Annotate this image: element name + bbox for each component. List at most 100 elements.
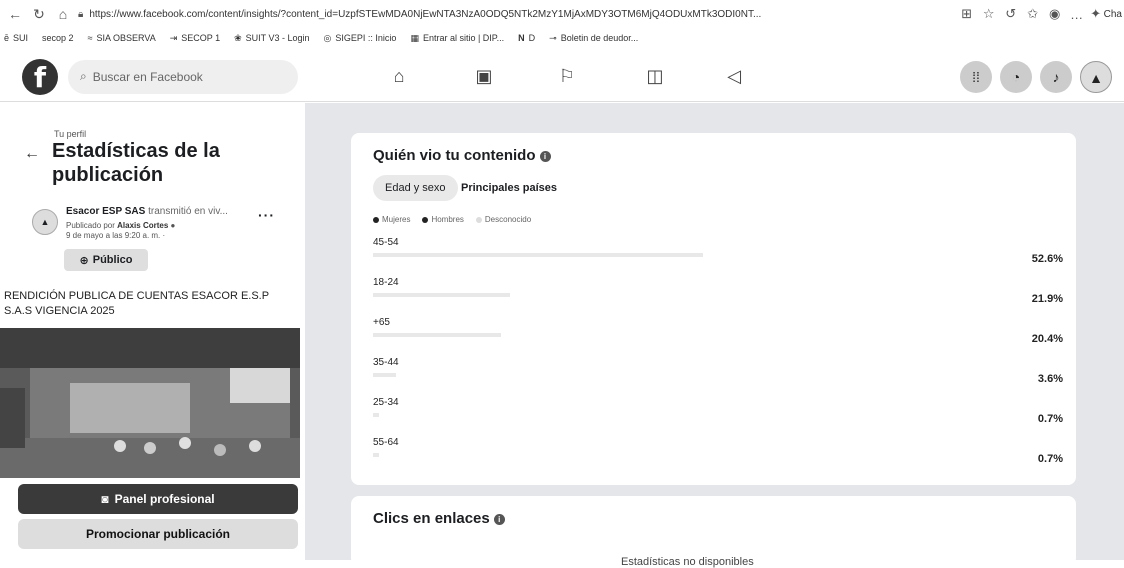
age-label: 18-24 — [373, 277, 399, 288]
bookmark-label: Boletin de deudor... — [560, 33, 639, 43]
post-time: 9 de mayo a las 9:20 a. m. · — [66, 231, 166, 240]
published-by-prefix: Publicado por — [66, 221, 115, 230]
published-by: Publicado por Alaxis Cortes ● — [66, 221, 175, 230]
video-thumbnail-illustration — [0, 328, 300, 478]
profile-avatar-icon[interactable]: ◉ — [1044, 6, 1066, 22]
post-thumbnail[interactable] — [0, 328, 300, 478]
info-icon[interactable]: i — [493, 513, 505, 525]
legend-label: Hombres — [431, 215, 464, 224]
copilot-icon[interactable]: ✦ — [1088, 6, 1104, 22]
bookmark-icon: ⊸ — [549, 32, 557, 43]
lock-icon: 🔒︎ — [78, 8, 84, 20]
home-icon[interactable]: ⌂ — [383, 60, 415, 92]
reload-icon[interactable]: ↻ — [30, 6, 48, 23]
info-icon: ● — [170, 221, 176, 230]
bookmark-label: secop 2 — [42, 33, 74, 43]
age-bar — [373, 413, 379, 417]
age-bar — [373, 373, 396, 377]
bookmark-icon: ē — [4, 33, 10, 43]
age-label: +65 — [373, 317, 390, 328]
legend-dot-icon — [373, 216, 379, 223]
more-icon[interactable]: … — [1066, 7, 1088, 22]
url-text: https://www.facebook.com/content/insight… — [89, 8, 762, 20]
chat-label[interactable]: Cha — [1104, 9, 1122, 20]
bookmark-label: SUI — [13, 33, 29, 43]
facebook-logo-icon[interactable]: f — [22, 58, 58, 95]
bookmark-icon: ≈ — [87, 33, 93, 43]
professional-panel-label: Panel profesional — [114, 492, 215, 506]
page-title: Estadísticas de la publicación — [52, 140, 220, 186]
bookmark-item[interactable]: secop 2 — [42, 33, 74, 43]
age-label: 35-44 — [373, 357, 399, 368]
tab-top-countries[interactable]: Principales países — [461, 175, 557, 201]
age-row: 25-34 0.7% — [373, 397, 1063, 437]
calendar-icon[interactable]: ▣ — [468, 60, 500, 92]
menu-grid-icon[interactable]: ⁞⁞ — [960, 61, 992, 93]
messenger-icon[interactable]: ◔ — [1000, 61, 1032, 93]
legend-item: Desconocido — [475, 215, 532, 224]
profile-avatar-icon[interactable]: ▲ — [1080, 61, 1112, 93]
published-by-name[interactable]: Alaxis Cortes — [117, 221, 168, 230]
bookmark-item[interactable]: ē SUI — [4, 33, 28, 43]
left-panel: Tu perfil ← Estadísticas de la publicaci… — [0, 103, 305, 560]
public-label: Público — [92, 254, 133, 266]
bookmark-icon: ▦ — [410, 32, 419, 43]
age-bar — [373, 453, 379, 457]
globe-icon: ⊕ — [79, 254, 89, 267]
legend-label: Desconocido — [484, 215, 532, 224]
bookmark-item[interactable]: ◎ SIGEPI :: Inicio — [324, 33, 397, 44]
age-row: 18-24 21.9% — [373, 277, 1063, 317]
age-percent: 20.4% — [1031, 333, 1063, 345]
tab-age-gender[interactable]: Edad y sexo — [373, 175, 458, 201]
app-icon[interactable]: ⊞ — [956, 6, 978, 22]
back-arrow-icon[interactable]: ← — [6, 6, 24, 22]
post-author[interactable]: Esacor ESP SAS — [66, 206, 145, 217]
profile-small-label: Tu perfil — [54, 129, 87, 139]
bookmark-label: Entrar al sitio | DIP... — [422, 33, 505, 43]
star-icon[interactable]: ☆ — [978, 6, 1000, 22]
promote-post-button[interactable]: Promocionar publicación — [18, 519, 298, 549]
favorites-icon[interactable]: ✩ — [1022, 6, 1044, 22]
bookmark-item[interactable]: ND — [518, 33, 535, 43]
search-placeholder: Buscar en Facebook — [92, 69, 203, 84]
search-icon: ⌕ — [80, 69, 87, 83]
search-input[interactable]: ⌕ Buscar en Facebook — [68, 59, 298, 94]
bookmark-label: SIA OBSERVA — [96, 33, 156, 43]
age-label: 55-64 — [373, 437, 399, 448]
address-bar[interactable]: 🔒︎ https://www.facebook.com/content/insi… — [78, 3, 956, 25]
age-percent: 0.7% — [1037, 413, 1063, 425]
bookmark-item[interactable]: ⊸ Boletin de deudor... — [549, 33, 638, 44]
back-arrow-icon[interactable]: ← — [24, 145, 40, 163]
info-icon[interactable]: i — [539, 150, 551, 162]
professional-panel-button[interactable]: ◙ Panel profesional — [18, 484, 298, 514]
age-row: 35-44 3.6% — [373, 357, 1063, 397]
more-options-icon[interactable]: ··· — [258, 207, 275, 223]
unavailable-text: Estadísticas no disponibles — [621, 556, 754, 568]
refresh-circle-icon[interactable]: ↺ — [1000, 6, 1022, 22]
chart-legend: Mujeres Hombres Desconocido — [373, 215, 531, 224]
main-content: Quién vio tu contenido i Edad y sexo Prin… — [305, 103, 1124, 568]
bookmark-item[interactable]: ▦ Entrar al sitio | DIP... — [410, 33, 504, 44]
age-row: +65 20.4% — [373, 317, 1063, 357]
bookmark-item[interactable]: ≈ SIA OBSERVA — [88, 33, 156, 43]
legend-item: Hombres — [422, 215, 464, 224]
avatar[interactable]: ▲ — [32, 209, 58, 235]
bookmark-item[interactable]: ⇥ SECOP 1 — [170, 33, 220, 44]
ads-icon[interactable]: ◫ — [639, 60, 671, 92]
bookmark-label: SIGEPI :: Inicio — [335, 33, 397, 43]
legend-dot-icon — [422, 216, 429, 223]
public-button[interactable]: ⊕ Público — [64, 249, 148, 271]
post-action: transmitió en viv... — [148, 206, 228, 217]
bookmark-label: SECOP 1 — [181, 33, 221, 43]
viewers-title-text: Quién vio tu contenido — [373, 147, 536, 164]
flag-icon[interactable]: ⚐ — [551, 60, 583, 92]
age-bar — [373, 293, 511, 297]
home-icon[interactable]: ⌂ — [54, 6, 72, 22]
bookmark-item[interactable]: ❀ SUIT V3 - Login — [234, 33, 309, 44]
viewers-card: Quién vio tu contenido i Edad y sexo Prin… — [351, 133, 1076, 485]
bookmark-label: SUIT V3 - Login — [245, 33, 310, 43]
age-percent: 52.6% — [1031, 253, 1063, 265]
bell-icon[interactable]: ♪ — [1040, 61, 1072, 93]
bookmark-icon: ❀ — [234, 32, 242, 43]
megaphone-icon[interactable]: ◁ — [718, 60, 750, 92]
